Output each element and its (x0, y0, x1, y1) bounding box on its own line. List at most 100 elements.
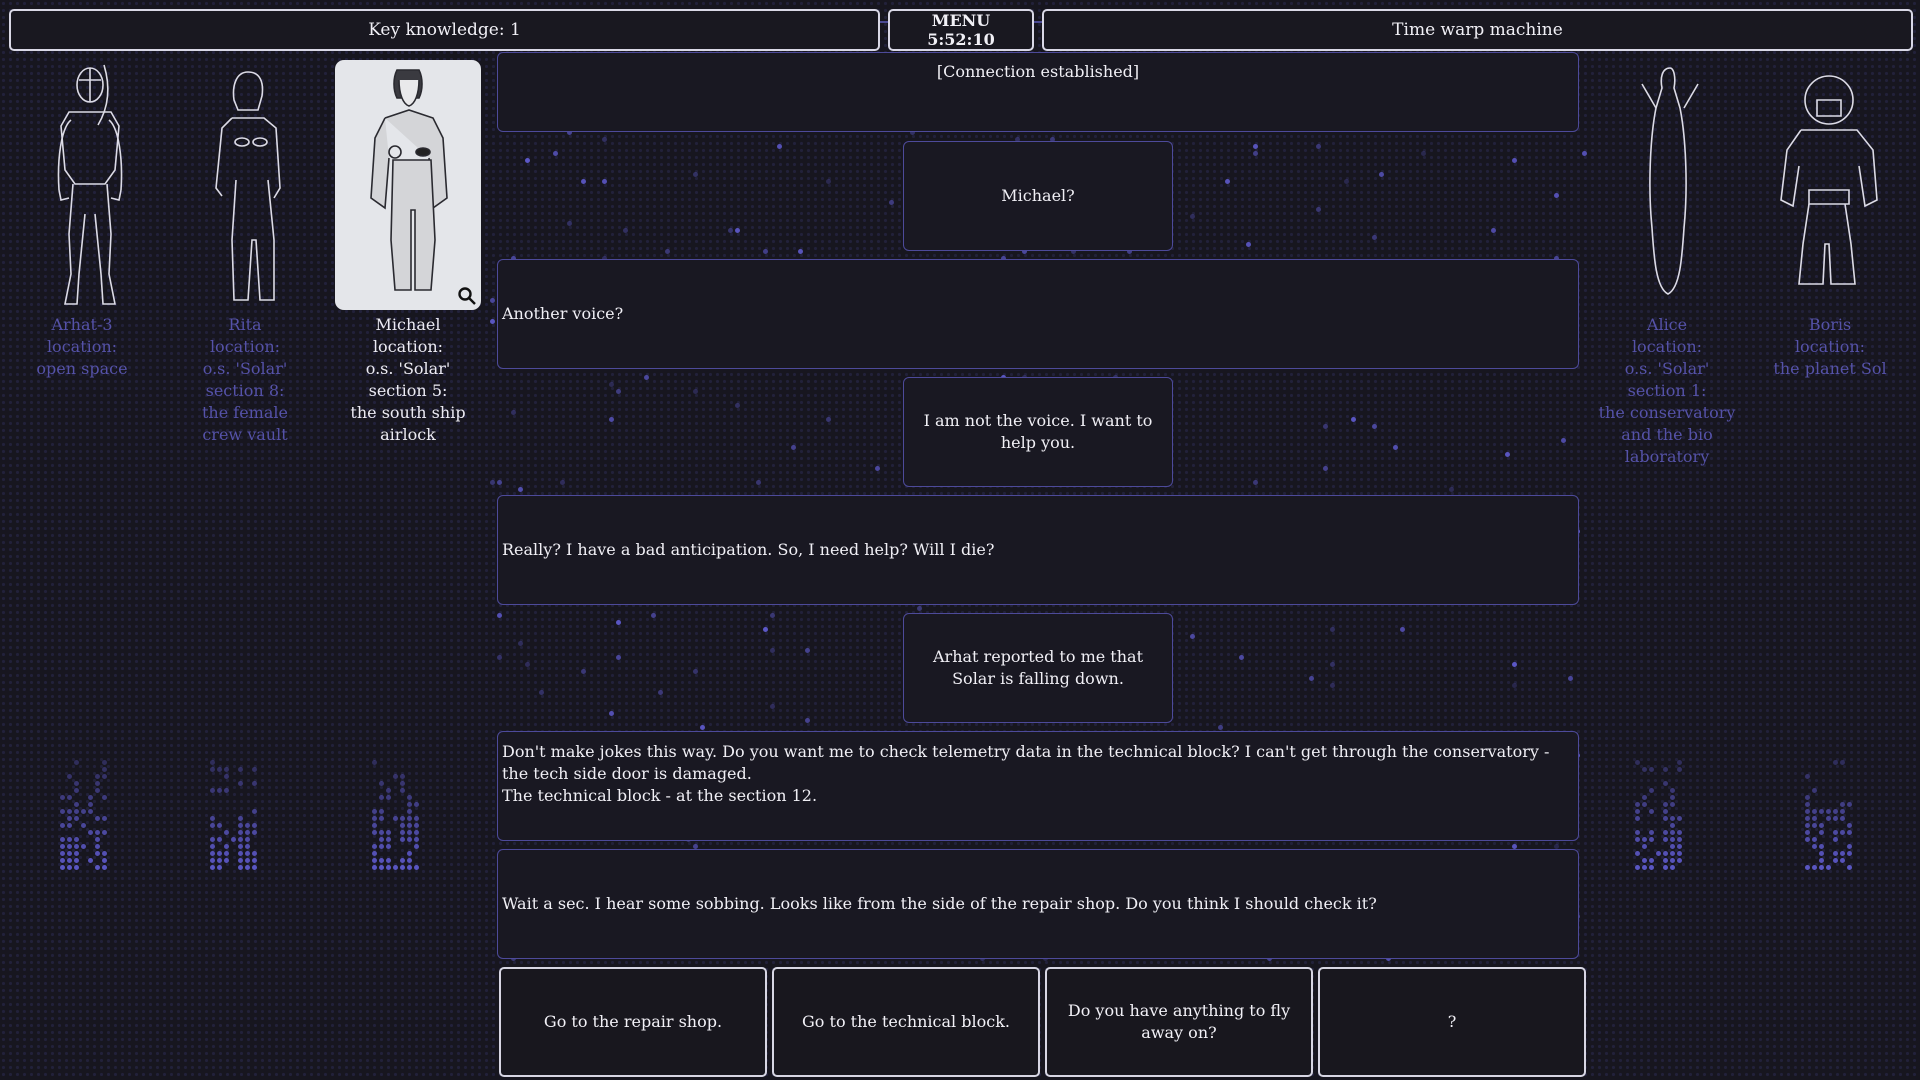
decor-dot (1812, 823, 1817, 828)
choice-technical-block-button[interactable]: Go to the technical block. (772, 967, 1040, 1077)
decor-dot (67, 774, 72, 779)
decor-dot (379, 837, 384, 842)
decor-dot (102, 816, 107, 821)
key-knowledge-panel: Key knowledge: 1 (9, 9, 880, 51)
decor-dot (60, 858, 65, 863)
choice-repair-shop-button[interactable]: Go to the repair shop. (499, 967, 767, 1077)
decor-dot (245, 851, 250, 856)
particle-dot (1393, 445, 1398, 450)
decor-dot (74, 781, 79, 786)
decor-dot (1826, 809, 1831, 814)
decor-dot (252, 823, 257, 828)
decor-dot (224, 858, 229, 863)
decor-dot (95, 788, 100, 793)
decor-dot (372, 809, 377, 814)
particle-dot (1344, 179, 1349, 184)
decor-dot (1656, 851, 1661, 856)
decor-dot (1649, 858, 1654, 863)
particle-dot (770, 704, 775, 709)
decor-dot (74, 851, 79, 856)
decor-dot (81, 823, 86, 828)
decor-dot (1819, 865, 1824, 870)
particle-dot (693, 172, 698, 177)
decor-dot (1670, 816, 1675, 821)
decor-dot (67, 851, 72, 856)
particle-dot (609, 711, 614, 716)
particle-dot (735, 403, 740, 408)
magnifier-icon[interactable] (457, 286, 477, 306)
decor-dot (1840, 851, 1845, 856)
particle-dot (1218, 725, 1223, 730)
decor-dot (386, 865, 391, 870)
decor-dot (74, 837, 79, 842)
character-michael[interactable]: Michael location: o.s. 'Solar' section 5… (328, 60, 488, 446)
decor-dot (74, 844, 79, 849)
decor-dot (1670, 851, 1675, 856)
character-rita[interactable]: Rita location: o.s. 'Solar' section 8: t… (165, 60, 325, 446)
decor-dot (1819, 844, 1824, 849)
decor-dot (1642, 844, 1647, 849)
particle-dot (1512, 683, 1517, 688)
decor-dot (407, 795, 412, 800)
decor-dot (210, 823, 215, 828)
particle-dot (1323, 466, 1328, 471)
decor-dot (1826, 816, 1831, 821)
choice-question-button[interactable]: ? (1318, 967, 1586, 1077)
decor-dot (60, 851, 65, 856)
particle-dot (763, 627, 768, 632)
particle-dot (490, 480, 495, 485)
choice-fly-away-button[interactable]: Do you have anything to fly away on? (1045, 967, 1313, 1077)
decor-dot (74, 802, 79, 807)
particle-dot (497, 480, 502, 485)
character-location-line: location: (1794, 337, 1866, 356)
particle-dot (518, 641, 523, 646)
header-connector-line (1034, 21, 1042, 23)
decor-dot (407, 802, 412, 807)
character-location-line: crew vault (202, 425, 288, 444)
decor-dot (407, 851, 412, 856)
decor-dot (252, 865, 257, 870)
particle-dot (826, 179, 831, 184)
character-name: Arhat-3 (51, 315, 113, 334)
decor-dot (74, 788, 79, 793)
decor-dot (379, 816, 384, 821)
decor-dot (67, 816, 72, 821)
decor-dot (95, 774, 100, 779)
decor-dot (1663, 767, 1668, 772)
decor-dot (386, 837, 391, 842)
menu-button[interactable]: MENU 5:52:10 (888, 9, 1034, 51)
character-alice[interactable]: Alice location: o.s. 'Solar' section 1: … (1587, 60, 1747, 468)
decor-dot (60, 809, 65, 814)
character-boris[interactable]: Boris location: the planet Sol (1750, 60, 1910, 380)
astronaut-figure-icon (1757, 60, 1903, 310)
decor-dot (252, 781, 257, 786)
decor-dot (95, 781, 100, 786)
decor-dot (238, 816, 243, 821)
particle-dot (1330, 662, 1335, 667)
decor-dot (1805, 816, 1810, 821)
decor-dot (1819, 830, 1824, 835)
particle-dot (917, 606, 922, 611)
decor-dot (60, 865, 65, 870)
decor-dot (379, 844, 384, 849)
decor-dot (1819, 858, 1824, 863)
decor-dot (414, 830, 419, 835)
robot-figure-icon (9, 60, 155, 310)
character-arhat[interactable]: Arhat-3 location: open space (2, 60, 162, 380)
particle-dot (553, 151, 558, 156)
decor-dot (238, 781, 243, 786)
decor-dot (400, 816, 405, 821)
decor-dot (393, 774, 398, 779)
decor-dot (74, 865, 79, 870)
decor-dot (88, 809, 93, 814)
decor-dot (1840, 816, 1845, 821)
decor-dot (88, 795, 93, 800)
decor-dot (407, 837, 412, 842)
decor-dot (1805, 823, 1810, 828)
decor-dot (1840, 809, 1845, 814)
decor-dot (372, 851, 377, 856)
decor-dot (60, 837, 65, 842)
particle-dot (770, 648, 775, 653)
particle-dot (1190, 634, 1195, 639)
message-text: Really? I have a bad anticipation. So, I… (502, 540, 995, 559)
